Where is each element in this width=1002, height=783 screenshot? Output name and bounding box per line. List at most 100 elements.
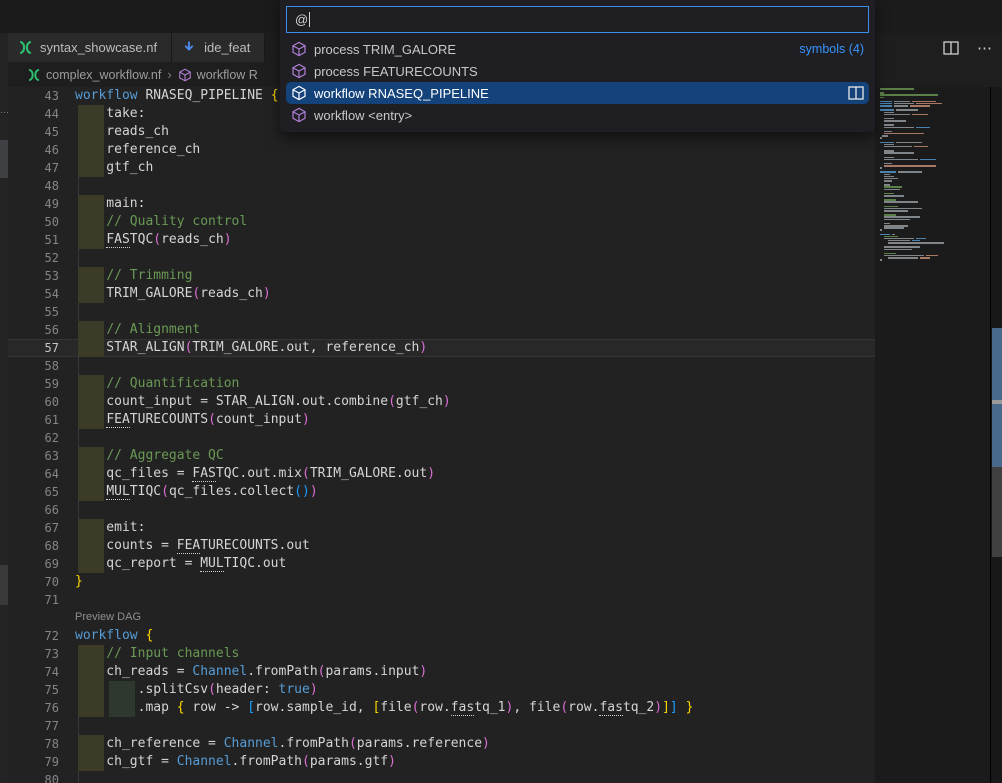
- arrow-down-icon: [182, 40, 197, 55]
- code-text: [75, 591, 875, 609]
- gutter-line-number: 48: [8, 177, 75, 195]
- code-line[interactable]: 47 gtf_ch: [8, 159, 875, 177]
- gutter-line-number: 73: [8, 645, 75, 663]
- gutter-line-number: 66: [8, 501, 75, 519]
- code-line[interactable]: 52: [8, 249, 875, 267]
- code-line[interactable]: 70}: [8, 573, 875, 591]
- code-line[interactable]: 65 MULTIQC(qc_files.collect()): [8, 483, 875, 501]
- gutter-line-number: 50: [8, 213, 75, 231]
- code-line[interactable]: 76 .map { row -> [row.sample_id, [file(r…: [8, 699, 875, 717]
- gutter-line-number: 53: [8, 267, 75, 285]
- code-line[interactable]: 46 reference_ch: [8, 141, 875, 159]
- code-text: qc_report = MULTIQC.out: [75, 555, 875, 573]
- scrollbar-thumb[interactable]: [992, 328, 1002, 400]
- gutter-line-number: 68: [8, 537, 75, 555]
- code-line[interactable]: 57 STAR_ALIGN(TRIM_GALORE.out, reference…: [8, 339, 875, 357]
- scrollbar[interactable]: [990, 87, 1002, 783]
- code-line[interactable]: 61 FEATURECOUNTS(count_input): [8, 411, 875, 429]
- code-text: TRIM_GALORE(reads_ch): [75, 285, 875, 303]
- code-text: [75, 771, 875, 783]
- more-actions-button[interactable]: ⋯: [976, 39, 994, 57]
- code-line[interactable]: 69 qc_report = MULTIQC.out: [8, 555, 875, 573]
- code-line[interactable]: 79 ch_gtf = Channel.fromPath(params.gtf): [8, 753, 875, 771]
- code-text: .map { row -> [row.sample_id, [file(row.…: [75, 699, 875, 717]
- gutter-line-number: 56: [8, 321, 75, 339]
- tab-bar-actions: ⋯: [942, 33, 994, 62]
- code-region[interactable]: 43workflow RNASEQ_PIPELINE {44 take:45 r…: [8, 87, 875, 783]
- open-to-side-button[interactable]: [848, 86, 864, 101]
- scrollbar-thumb[interactable]: [992, 404, 1002, 467]
- code-text: [75, 717, 875, 735]
- code-line[interactable]: 59 // Quantification: [8, 375, 875, 393]
- code-line[interactable]: 66: [8, 501, 875, 519]
- code-text: ch_reads = Channel.fromPath(params.input…: [75, 663, 875, 681]
- code-line[interactable]: 73 // Input channels: [8, 645, 875, 663]
- indent-guide: [78, 249, 79, 267]
- gutter-line-number: 65: [8, 483, 75, 501]
- code-text: ch_gtf = Channel.fromPath(params.gtf): [75, 753, 875, 771]
- code-line[interactable]: 77: [8, 717, 875, 735]
- minimap[interactable]: [880, 88, 972, 261]
- quick-pick-item[interactable]: workflow RNASEQ_PIPELINE: [286, 82, 869, 104]
- code-line[interactable]: 55: [8, 303, 875, 321]
- tab[interactable]: ide_feat: [172, 33, 265, 62]
- gutter-line-number: 62: [8, 429, 75, 447]
- code-line[interactable]: 54 TRIM_GALORE(reads_ch): [8, 285, 875, 303]
- code-line[interactable]: 49 main:: [8, 195, 875, 213]
- code-line[interactable]: 50 // Quality control: [8, 213, 875, 231]
- code-line[interactable]: 63 // Aggregate QC: [8, 447, 875, 465]
- code-text: MULTIQC(qc_files.collect()): [75, 483, 875, 501]
- code-text: [75, 177, 875, 195]
- indent-guide: [78, 303, 79, 321]
- quick-pick-item[interactable]: workflow <entry>: [286, 104, 869, 126]
- gutter-line-number: 54: [8, 285, 75, 303]
- gutter-line-number: 72: [8, 627, 75, 645]
- gutter-line-number: 78: [8, 735, 75, 753]
- breadcrumb-separator: ›: [166, 67, 172, 82]
- quick-pick: @ process TRIM_GALOREsymbols (4)process …: [280, 0, 875, 132]
- code-line[interactable]: 75 .splitCsv(header: true): [8, 681, 875, 699]
- tab-label: ide_feat: [204, 40, 250, 55]
- code-line[interactable]: 64 qc_files = FASTQC.out.mix(TRIM_GALORE…: [8, 465, 875, 483]
- editor[interactable]: 43workflow RNASEQ_PIPELINE {44 take:45 r…: [8, 87, 1002, 783]
- code-line[interactable]: 60 count_input = STAR_ALIGN.out.combine(…: [8, 393, 875, 411]
- quick-pick-query: @: [295, 12, 308, 27]
- gutter-line-number: 74: [8, 663, 75, 681]
- left-editor-group-sliver[interactable]: ⋯: [0, 33, 8, 783]
- code-line[interactable]: 74 ch_reads = Channel.fromPath(params.in…: [8, 663, 875, 681]
- code-line[interactable]: 51 FASTQC(reads_ch): [8, 231, 875, 249]
- code-line[interactable]: 62: [8, 429, 875, 447]
- gutter-line-number: 76: [8, 699, 75, 717]
- gutter-line-number: 46: [8, 141, 75, 159]
- gutter-line-number: 60: [8, 393, 75, 411]
- quick-pick-item-label: process FEATURECOUNTS: [314, 64, 478, 79]
- code-line[interactable]: 78 ch_reference = Channel.fromPath(param…: [8, 735, 875, 753]
- code-text: [75, 357, 875, 375]
- breadcrumb-file[interactable]: complex_workflow.nf: [46, 68, 161, 82]
- split-editor-button[interactable]: [942, 39, 960, 57]
- tab-label: syntax_showcase.nf: [40, 40, 157, 55]
- gutter-line-number: 67: [8, 519, 75, 537]
- code-line[interactable]: 48: [8, 177, 875, 195]
- quick-pick-item[interactable]: process FEATURECOUNTS: [286, 60, 869, 82]
- codelens-label[interactable]: Preview DAG: [8, 609, 875, 627]
- quick-pick-item[interactable]: process TRIM_GALORE symbols (4): [286, 38, 869, 60]
- code-line[interactable]: 58: [8, 357, 875, 375]
- code-line[interactable]: 72workflow {: [8, 627, 875, 645]
- code-line[interactable]: 80: [8, 771, 875, 783]
- code-text: count_input = STAR_ALIGN.out.combine(gtf…: [75, 393, 875, 411]
- quick-pick-input[interactable]: @: [286, 6, 869, 33]
- symbols-count-badge: symbols (4): [799, 42, 864, 56]
- tab[interactable]: syntax_showcase.nf: [8, 33, 172, 62]
- quick-pick-item-label: process TRIM_GALORE: [314, 42, 456, 57]
- overview-decoration: [0, 140, 8, 178]
- code-text: workflow {: [75, 627, 875, 645]
- code-text: // Aggregate QC: [75, 447, 875, 465]
- code-line[interactable]: 67 emit:: [8, 519, 875, 537]
- breadcrumb-symbol[interactable]: workflow R: [197, 68, 258, 82]
- code-line[interactable]: 53 // Trimming: [8, 267, 875, 285]
- code-line[interactable]: 56 // Alignment: [8, 321, 875, 339]
- gutter-line-number: 49: [8, 195, 75, 213]
- code-line[interactable]: 68 counts = FEATURECOUNTS.out: [8, 537, 875, 555]
- code-line[interactable]: 71: [8, 591, 875, 609]
